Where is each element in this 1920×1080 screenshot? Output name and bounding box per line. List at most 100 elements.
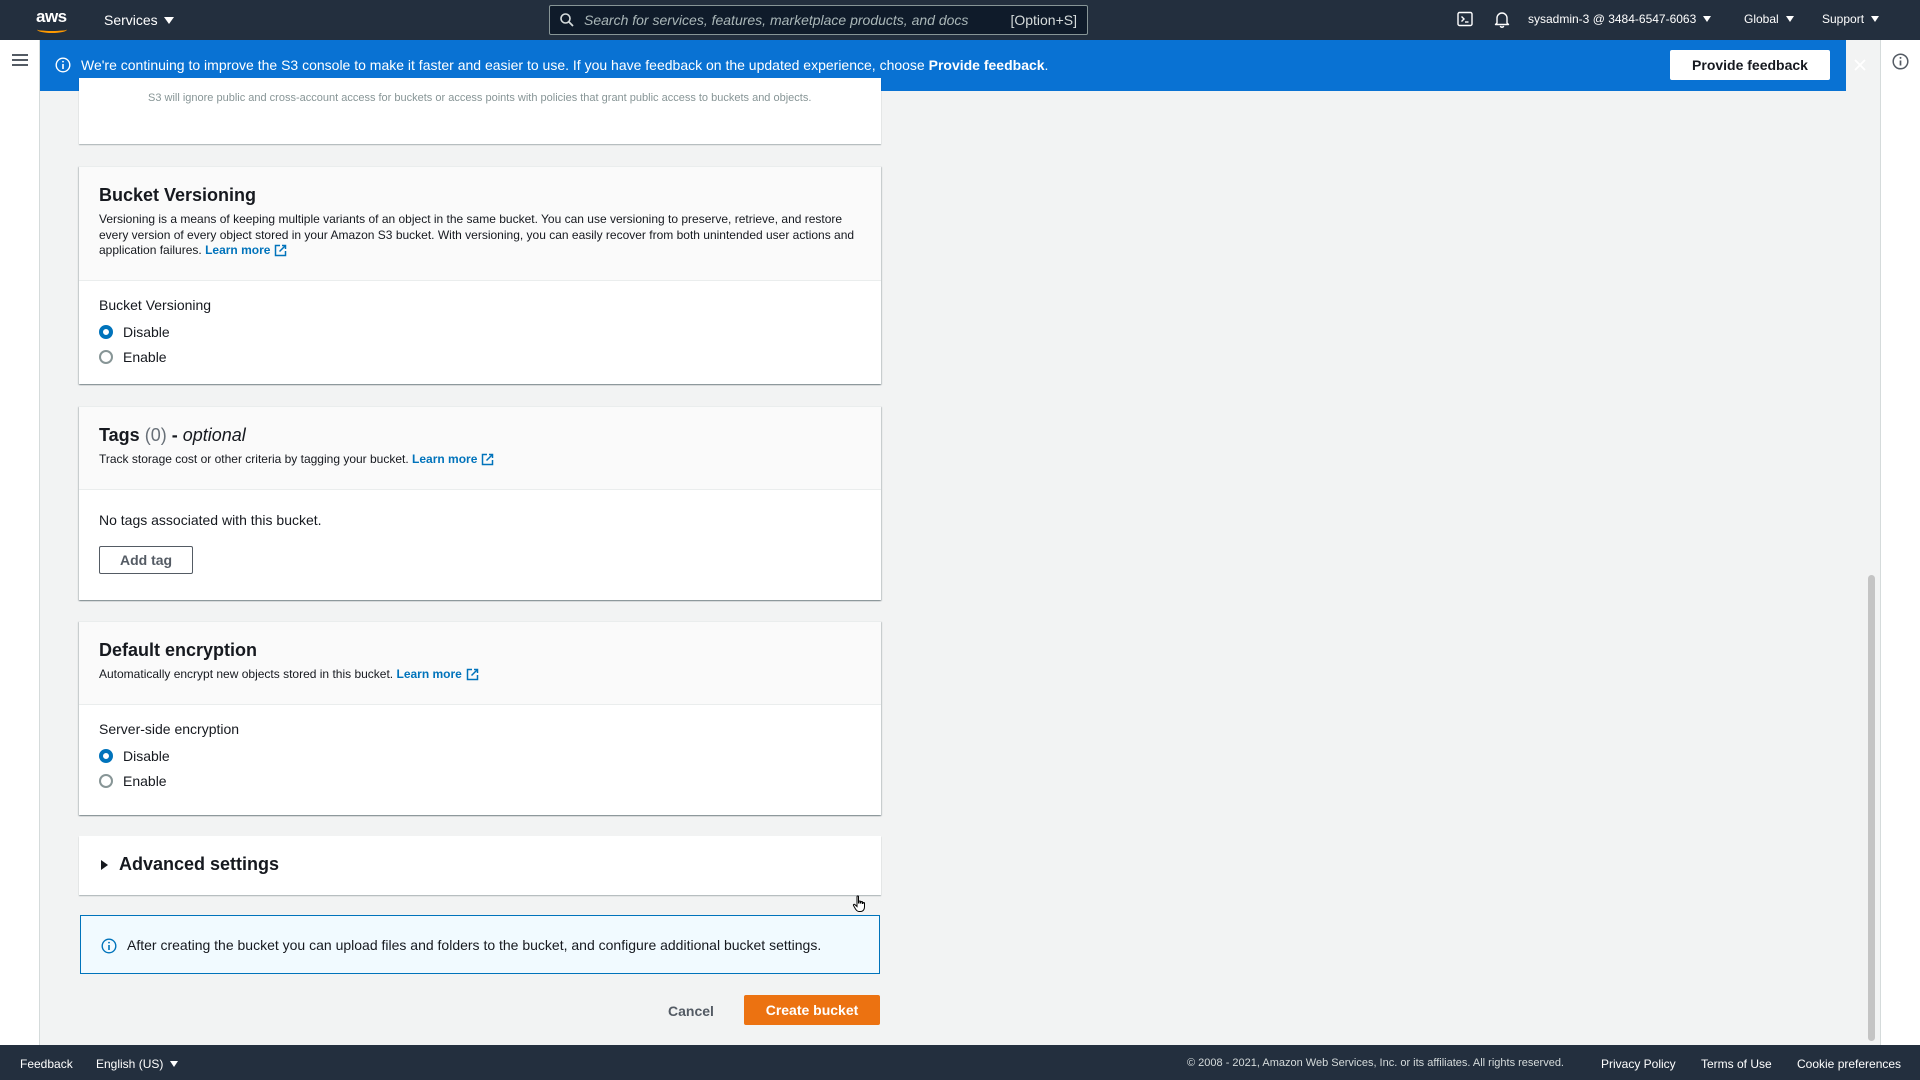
block-public-access-text: S3 will ignore public and cross-account … [148, 92, 812, 104]
caret-down-icon [163, 16, 174, 24]
cookie-preferences-link[interactable]: Cookie preferences [1797, 1057, 1901, 1071]
support-label: Support [1822, 12, 1865, 26]
learn-more-label: Learn more [396, 667, 462, 681]
terms-of-use-link[interactable]: Terms of Use [1701, 1057, 1772, 1071]
aws-logo[interactable]: aws [36, 7, 70, 33]
radio-label: Enable [123, 348, 167, 365]
tags-title: Tags [99, 425, 140, 445]
radio-encryption-disable[interactable]: Disable [99, 743, 861, 768]
info-alert: After creating the bucket you can upload… [80, 915, 880, 974]
account-label: sysadmin-3 @ 3484-6547-6063 [1528, 12, 1697, 26]
top-navigation: aws Services [Option+S] sysadmin-3 @ 348… [0, 0, 1920, 40]
caret-down-icon [1785, 16, 1794, 22]
region-menu[interactable]: Global [1744, 12, 1794, 26]
search-icon [560, 13, 574, 30]
tags-dash: - [166, 425, 183, 445]
external-link-icon [481, 453, 494, 471]
radio-versioning-disable[interactable]: Disable [99, 319, 861, 344]
caret-down-icon [170, 1061, 179, 1067]
tags-count: (0) [144, 425, 167, 445]
support-menu[interactable]: Support [1822, 12, 1880, 26]
radio-unselected-icon[interactable] [99, 349, 113, 364]
radio-selected-icon[interactable] [99, 748, 113, 763]
region-label: Global [1744, 12, 1779, 26]
learn-more-link[interactable]: Learn more [396, 667, 479, 681]
info-panel-icon[interactable] [1892, 53, 1909, 73]
panel-header: Tags (0) - optional Track storage cost o… [79, 407, 881, 490]
panel-title: Bucket Versioning [99, 185, 257, 205]
caret-down-icon [1871, 16, 1880, 22]
panel-description: Track storage cost or other criteria by … [99, 452, 861, 471]
privacy-policy-link[interactable]: Privacy Policy [1601, 1057, 1676, 1071]
cloudshell-icon[interactable] [1457, 11, 1473, 27]
close-icon[interactable] [1850, 55, 1870, 75]
hand-cursor-icon [852, 895, 868, 916]
banner-message-prefix: We're continuing to improve the S3 conso… [81, 57, 925, 73]
tags-description: Track storage cost or other criteria by … [99, 452, 409, 466]
copyright-text: © 2008 - 2021, Amazon Web Services, Inc.… [1187, 1057, 1564, 1069]
aws-logo-text: aws [36, 7, 67, 26]
services-menu[interactable]: Services [104, 12, 174, 28]
caret-right-icon [101, 860, 108, 870]
banner-message-link: Provide feedback [928, 57, 1045, 73]
external-link-icon [274, 244, 287, 262]
panel-body: No tags associated with this bucket. Add… [79, 490, 881, 594]
learn-more-link[interactable]: Learn more [412, 452, 494, 466]
aws-smile-icon [37, 26, 67, 33]
default-encryption-panel: Default encryption Automatically encrypt… [79, 621, 881, 815]
advanced-settings-label: Advanced settings [119, 854, 280, 874]
info-icon [55, 57, 71, 76]
panel-description: Automatically encrypt new objects stored… [99, 667, 861, 686]
footer-feedback-link[interactable]: Feedback [20, 1057, 73, 1071]
search-input[interactable] [584, 10, 974, 30]
info-icon [101, 938, 117, 957]
radio-selected-icon[interactable] [99, 324, 113, 339]
account-menu[interactable]: sysadmin-3 @ 3484-6547-6063 [1528, 12, 1712, 26]
advanced-settings-expander[interactable]: Advanced settings [79, 836, 881, 895]
radio-label: Disable [123, 747, 170, 764]
info-alert-text: After creating the bucket you can upload… [127, 937, 822, 953]
panel-header: Bucket Versioning Versioning is a means … [79, 167, 881, 281]
menu-hamburger-icon[interactable] [12, 54, 28, 66]
encryption-description: Automatically encrypt new objects stored… [99, 667, 394, 681]
learn-more-link[interactable]: Learn more [205, 243, 287, 257]
add-tag-button[interactable]: Add tag [99, 546, 194, 574]
search-bar[interactable]: [Option+S] [549, 5, 1088, 35]
radio-encryption-enable[interactable]: Enable [99, 768, 861, 793]
language-selector[interactable]: English (US) [96, 1057, 179, 1071]
banner-message: We're continuing to improve the S3 conso… [81, 57, 1048, 73]
side-navigation-rail [0, 40, 40, 1045]
cancel-button[interactable]: Cancel [660, 999, 722, 1023]
external-link-icon [466, 668, 479, 686]
block-public-access-panel: S3 will ignore public and cross-account … [79, 78, 881, 144]
learn-more-label: Learn more [205, 243, 271, 257]
provide-feedback-button[interactable]: Provide feedback [1670, 50, 1830, 80]
caret-down-icon [1703, 16, 1712, 22]
create-bucket-button[interactable]: Create bucket [744, 995, 880, 1025]
no-tags-text: No tags associated with this bucket. [99, 512, 322, 528]
banner-message-suffix: . [1044, 57, 1049, 73]
search-shortcut-hint: [Option+S] [1010, 12, 1077, 28]
tags-optional: optional [182, 425, 246, 445]
tools-rail [1880, 40, 1920, 1045]
versioning-field-label: Bucket Versioning [99, 297, 212, 313]
radio-label: Enable [123, 772, 167, 789]
radio-label: Disable [123, 323, 170, 340]
notifications-bell-icon[interactable] [1494, 11, 1510, 28]
tags-panel: Tags (0) - optional Track storage cost o… [79, 406, 881, 600]
services-label: Services [104, 12, 158, 28]
language-label: English (US) [96, 1057, 164, 1071]
panel-title: Default encryption [99, 640, 258, 660]
radio-versioning-enable[interactable]: Enable [99, 344, 861, 369]
panel-description: Versioning is a means of keeping multipl… [99, 212, 861, 262]
panel-body: Server-side encryption Disable Enable [79, 705, 881, 813]
bucket-versioning-panel: Bucket Versioning Versioning is a means … [79, 166, 881, 384]
panel-body: Bucket Versioning Disable Enable [79, 281, 881, 389]
learn-more-label: Learn more [412, 452, 478, 466]
footer: Feedback English (US) © 2008 - 2021, Ama… [0, 1045, 1920, 1080]
panel-title: Tags (0) - optional [99, 425, 861, 446]
encryption-field-label: Server-side encryption [99, 721, 240, 737]
scrollbar-thumb[interactable] [1868, 575, 1875, 1041]
panel-header: Default encryption Automatically encrypt… [79, 622, 881, 705]
radio-unselected-icon[interactable] [99, 773, 113, 788]
